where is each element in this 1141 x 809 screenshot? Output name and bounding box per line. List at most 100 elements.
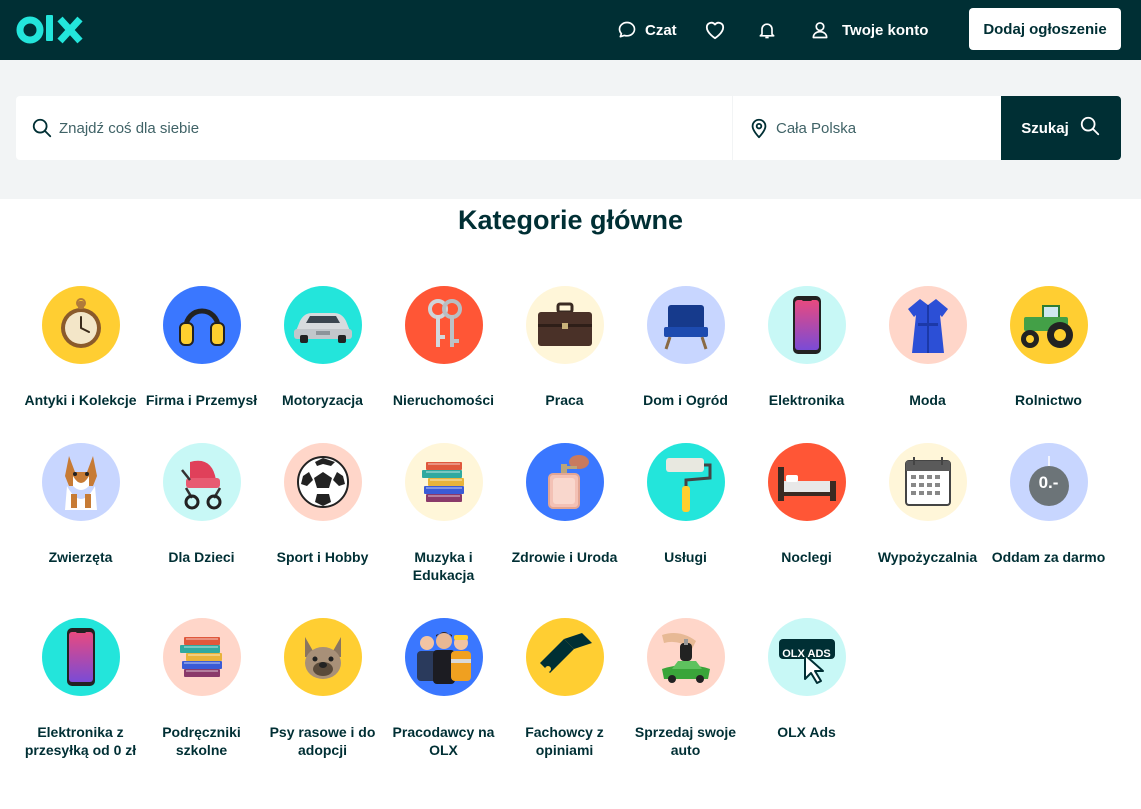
- category-label: Motoryzacja: [282, 392, 363, 408]
- category-label: Dom i Ogród: [643, 392, 728, 408]
- pocket-watch-icon: [41, 286, 120, 364]
- category-label: Zwierzęta: [48, 549, 113, 565]
- car-icon: [283, 286, 362, 364]
- category-label: Muzyka i Edukacja: [412, 549, 475, 583]
- category-label: Pracodawcy na OLX: [392, 724, 495, 758]
- bed-icon: [767, 443, 846, 521]
- category-item[interactable]: Rolnictwo: [988, 286, 1109, 409]
- category-label: Elektronika z przesyłką od 0 zł: [24, 724, 137, 758]
- ear-defenders-icon: [162, 286, 241, 364]
- search-icon: [1079, 115, 1101, 141]
- post-ad-button[interactable]: Dodaj ogłoszenie: [969, 8, 1121, 50]
- car-key-icon: [646, 618, 725, 696]
- category-item[interactable]: Fachowcy z opiniami: [504, 618, 625, 759]
- category-label: Moda: [909, 392, 946, 408]
- search-bar: [16, 96, 732, 160]
- olx-logo[interactable]: [16, 11, 84, 49]
- search-section: Szukaj: [0, 60, 1141, 199]
- search-icon: [31, 117, 53, 139]
- tractor-icon: [1009, 286, 1088, 364]
- category-item[interactable]: Usługi: [625, 443, 746, 566]
- category-label: Psy rasowe i do adopcji: [269, 724, 376, 758]
- chat-label: Czat: [645, 21, 677, 39]
- category-item[interactable]: Praca: [504, 286, 625, 409]
- category-label: Fachowcy z opiniami: [525, 724, 604, 758]
- olx-ads-icon: OLX ADS: [767, 618, 846, 696]
- books-icon: [162, 618, 241, 696]
- search-button-label: Szukaj: [1021, 119, 1069, 137]
- category-item[interactable]: 0.- Oddam za darmo: [988, 443, 1109, 566]
- top-navigation-bar: Czat Twoje konto Dodaj ogłoszenie: [0, 0, 1141, 60]
- bulldog-icon: [283, 618, 362, 696]
- category-item[interactable]: Zwierzęta: [20, 443, 141, 566]
- location-pin-icon: [748, 117, 770, 139]
- category-label: Nieruchomości: [392, 392, 495, 408]
- paint-roller-icon: [646, 443, 725, 521]
- category-item[interactable]: Motoryzacja: [262, 286, 383, 409]
- account-label: Twoje konto: [842, 21, 929, 39]
- category-label: Zdrowie i Uroda: [511, 549, 618, 565]
- smartphone-icon: [41, 618, 120, 696]
- category-label: Elektronika: [768, 392, 845, 408]
- calendar-icon: [888, 443, 967, 521]
- category-item[interactable]: Dla Dzieci: [141, 443, 262, 566]
- category-label: Wypożyczalnia: [877, 549, 978, 565]
- category-label: OLX Ads: [777, 724, 836, 740]
- heart-icon: [704, 20, 726, 40]
- favorites-button[interactable]: [704, 16, 726, 44]
- category-label: Firma i Przemysł: [145, 392, 258, 408]
- chat-icon: [617, 20, 637, 40]
- dog-icon: [41, 443, 120, 521]
- category-label: Usługi: [664, 549, 707, 565]
- category-label: Podręczniki szkolne: [162, 724, 241, 758]
- icon-tag-text: OLX ADS: [782, 648, 831, 660]
- category-label: Antyki i Kolekcje: [24, 392, 137, 408]
- icon-tag-text: 0.-: [1038, 473, 1059, 492]
- keys-icon: [404, 286, 483, 364]
- category-item[interactable]: Sprzedaj swoje auto: [625, 618, 746, 759]
- armchair-icon: [646, 286, 725, 364]
- chat-link[interactable]: Czat: [617, 16, 677, 44]
- category-label: Sport i Hobby: [276, 549, 369, 565]
- category-label: Rolnictwo: [1015, 392, 1082, 408]
- category-item[interactable]: Moda: [867, 286, 988, 409]
- user-icon: [810, 19, 830, 41]
- price-tag-icon: 0.-: [1009, 443, 1088, 521]
- books-icon: [404, 443, 483, 521]
- category-item[interactable]: OLX ADS OLX Ads: [746, 618, 867, 741]
- category-item[interactable]: Nieruchomości: [383, 286, 504, 409]
- category-label: Noclegi: [781, 549, 832, 565]
- category-item[interactable]: Sport i Hobby: [262, 443, 383, 566]
- category-item[interactable]: Muzyka i Edukacja: [383, 443, 504, 584]
- soccer-ball-icon: [283, 443, 362, 521]
- category-item[interactable]: Noclegi: [746, 443, 867, 566]
- category-item[interactable]: Elektronika: [746, 286, 867, 409]
- workers-icon: [404, 618, 483, 696]
- category-item[interactable]: Wypożyczalnia: [867, 443, 988, 566]
- bell-icon: [757, 19, 777, 41]
- category-item[interactable]: Zdrowie i Uroda: [504, 443, 625, 566]
- location-bar: [733, 96, 1001, 160]
- account-link[interactable]: Twoje konto: [810, 16, 928, 44]
- category-label: Dla Dzieci: [168, 549, 235, 565]
- section-title: Kategorie główne: [457, 205, 684, 235]
- category-item[interactable]: Firma i Przemysł: [141, 286, 262, 409]
- location-input[interactable]: [776, 108, 996, 148]
- category-label: Sprzedaj swoje auto: [634, 724, 737, 758]
- notifications-button[interactable]: [757, 16, 777, 44]
- category-item[interactable]: Podręczniki szkolne: [141, 618, 262, 759]
- category-item[interactable]: Antyki i Kolekcje: [20, 286, 141, 409]
- category-item[interactable]: Dom i Ogród: [625, 286, 746, 409]
- category-label: Oddam za darmo: [991, 549, 1106, 565]
- smartphone-icon: [767, 286, 846, 364]
- search-button[interactable]: Szukaj: [1001, 96, 1121, 160]
- perfume-icon: [525, 443, 604, 521]
- category-label: Praca: [545, 392, 584, 408]
- badge-icon: [525, 618, 604, 696]
- category-item[interactable]: Pracodawcy na OLX: [383, 618, 504, 759]
- category-item[interactable]: Elektronika z przesyłką od 0 zł: [20, 618, 141, 759]
- dress-icon: [888, 286, 967, 364]
- category-item[interactable]: Psy rasowe i do adopcji: [262, 618, 383, 759]
- search-input[interactable]: [59, 108, 699, 148]
- stroller-icon: [162, 443, 241, 521]
